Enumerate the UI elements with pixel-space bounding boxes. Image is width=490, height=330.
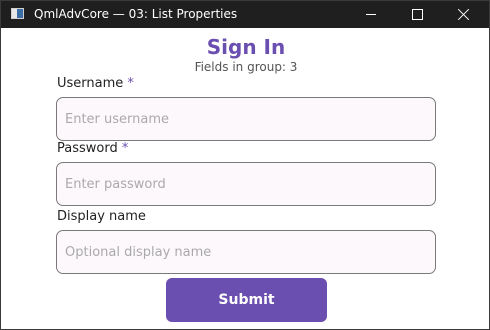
- field-count-label: Fields in group: 3: [194, 60, 298, 74]
- password-label-text: Password: [57, 141, 118, 156]
- minimize-icon: [366, 14, 376, 15]
- maximize-icon: [411, 9, 423, 20]
- form-area: Sign In Fields in group: 3 Username * Pa…: [1, 28, 489, 329]
- minimize-button[interactable]: [348, 1, 394, 28]
- app-window: QmlAdvCore — 03: List Properties Sign In…: [0, 0, 490, 330]
- username-label-text: Username: [57, 76, 124, 91]
- password-required-marker: *: [121, 141, 129, 156]
- close-button[interactable]: [440, 1, 486, 28]
- username-required-marker: *: [127, 76, 134, 91]
- display-name-input[interactable]: [56, 230, 436, 274]
- window-title: QmlAdvCore — 03: List Properties: [34, 7, 238, 21]
- close-icon: [457, 8, 470, 21]
- submit-button[interactable]: Submit: [166, 278, 327, 322]
- app-window-icon: [11, 8, 24, 19]
- password-input[interactable]: [56, 162, 436, 206]
- password-label: Password *: [57, 141, 128, 156]
- page-title: Sign In: [206, 35, 286, 59]
- maximize-button[interactable]: [394, 1, 440, 28]
- username-label: Username *: [57, 76, 134, 91]
- display-name-label: Display name: [57, 209, 146, 224]
- title-bar[interactable]: QmlAdvCore — 03: List Properties: [1, 1, 489, 28]
- display-name-label-text: Display name: [57, 209, 146, 224]
- username-input[interactable]: [56, 97, 436, 141]
